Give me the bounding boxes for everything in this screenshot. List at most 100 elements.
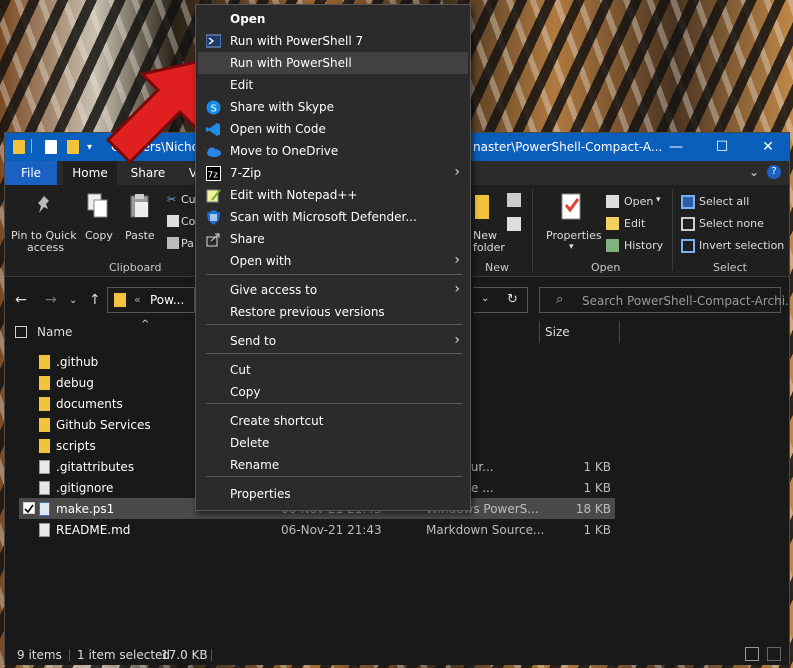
menu-item-run-with-powershell-7[interactable]: Run with PowerShell 7	[198, 30, 468, 52]
new-group-label: New	[485, 261, 509, 274]
new-folder-icon[interactable]	[475, 195, 489, 219]
properties-quick-icon[interactable]	[45, 140, 57, 154]
paste-shortcut-icon[interactable]	[167, 237, 179, 249]
file-name: debug	[56, 376, 94, 390]
tab-file[interactable]: File	[5, 161, 57, 185]
row-checkbox-checked[interactable]	[23, 502, 35, 514]
copy-button[interactable]: Copy	[85, 229, 113, 242]
share-icon	[206, 232, 221, 247]
paste-shortcut-button[interactable]: Pa	[181, 237, 194, 250]
menu-item-give-access-to[interactable]: Give access to ›	[198, 279, 468, 301]
open-icon[interactable]	[606, 195, 619, 208]
details-view-icon[interactable]	[745, 647, 759, 661]
address-dropdown-icon[interactable]: ⌄	[481, 293, 489, 304]
menu-item-label: Copy	[230, 385, 261, 399]
close-button[interactable]: ✕	[745, 133, 791, 161]
new-item-icon[interactable]	[507, 193, 521, 207]
search-input[interactable]: ⌕ Search PowerShell-Compact-Archi...	[539, 287, 793, 313]
select-all-icon[interactable]	[681, 195, 695, 209]
column-divider[interactable]	[619, 321, 620, 343]
address-bar-end[interactable]: ⌄ ↻	[473, 287, 528, 313]
status-separator	[69, 649, 70, 661]
properties-button[interactable]: Properties	[546, 229, 602, 242]
notepadpp-icon	[206, 188, 221, 203]
paste-icon[interactable]	[129, 193, 151, 219]
minimize-button[interactable]: —	[653, 133, 699, 161]
file-name: Github Services	[56, 418, 151, 432]
easy-access-icon[interactable]	[507, 217, 521, 231]
file-name: make.ps1	[56, 502, 115, 516]
paste-button[interactable]: Paste	[125, 229, 155, 242]
menu-item-share[interactable]: Share	[198, 228, 468, 250]
copy-path-icon[interactable]	[167, 215, 179, 227]
up-button[interactable]: ↑	[89, 292, 101, 308]
select-none-button[interactable]: Select none	[699, 217, 764, 230]
submenu-arrow-icon: ›	[454, 252, 460, 268]
menu-item-properties[interactable]: Properties	[198, 483, 468, 505]
column-name[interactable]: Name	[37, 325, 72, 339]
menu-item-label: Scan with Microsoft Defender...	[230, 210, 417, 224]
menu-item-open-with[interactable]: Open with ›	[198, 250, 468, 272]
back-button[interactable]: ←	[15, 292, 27, 308]
menu-item-create-shortcut[interactable]: Create shortcut	[198, 410, 468, 432]
cut-button[interactable]: Cu	[181, 193, 196, 206]
menu-item-restore-previous-versions[interactable]: Restore previous versions	[198, 301, 468, 323]
status-bar: 9 items 1 item selected 17.0 KB	[5, 643, 789, 665]
collapse-ribbon-icon[interactable]: ⌄	[749, 165, 759, 179]
file-size: 18 KB	[575, 502, 611, 516]
powershell-icon	[205, 34, 222, 49]
select-all-checkbox[interactable]	[15, 326, 27, 338]
refresh-icon[interactable]: ↻	[507, 292, 518, 307]
properties-icon[interactable]	[561, 193, 583, 221]
copy-path-button[interactable]: Co	[181, 215, 195, 228]
folder-icon	[39, 439, 50, 453]
menu-item-scan-with-microsoft-defender[interactable]: Scan with Microsoft Defender...	[198, 206, 468, 228]
column-size[interactable]: Size	[545, 325, 570, 339]
new-folder-button-2[interactable]: folder	[473, 241, 505, 254]
menu-item-rename[interactable]: Rename	[198, 454, 468, 476]
pin-icon[interactable]	[35, 195, 53, 215]
edit-icon[interactable]	[606, 217, 619, 230]
breadcrumb-overflow[interactable]: «	[134, 293, 141, 306]
pin-to-quick-access-label-2[interactable]: access	[27, 241, 64, 254]
menu-item-7-zip[interactable]: 7z 7-Zip ›	[198, 162, 468, 184]
history-button[interactable]: History	[624, 239, 663, 252]
menu-item-move-to-onedrive[interactable]: Move to OneDrive	[198, 140, 468, 162]
menu-item-label: Properties	[230, 487, 291, 501]
history-icon[interactable]	[606, 239, 619, 252]
copy-icon[interactable]	[87, 193, 109, 219]
cut-icon[interactable]: ✂	[167, 193, 179, 206]
clipboard-group-label: Clipboard	[109, 261, 162, 274]
menu-separator	[206, 274, 462, 275]
breadcrumb[interactable]: Pow...	[150, 293, 184, 307]
file-row[interactable]: README.md 06-Nov-21 21:43 Markdown Source.…	[19, 519, 615, 540]
properties-dropdown-icon[interactable]: ▾	[569, 242, 574, 252]
menu-item-open[interactable]: Open	[198, 8, 468, 30]
menu-item-label: Open with	[230, 254, 292, 268]
invert-selection-icon[interactable]	[681, 239, 695, 253]
new-folder-quick-icon[interactable]	[67, 140, 79, 154]
menu-item-send-to[interactable]: Send to ›	[198, 330, 468, 352]
quick-access-dropdown-icon[interactable]: ▾	[87, 142, 99, 156]
menu-item-run-with-powershell[interactable]: Run with PowerShell	[198, 52, 468, 74]
forward-button[interactable]: →	[45, 292, 57, 308]
help-icon[interactable]: ?	[767, 165, 781, 179]
select-all-button[interactable]: Select all	[699, 195, 749, 208]
address-bar[interactable]: « Pow...	[107, 287, 195, 313]
menu-item-open-with-code[interactable]: Open with Code	[198, 118, 468, 140]
open-button[interactable]: Open	[624, 195, 653, 208]
menu-item-delete[interactable]: Delete	[198, 432, 468, 454]
open-dropdown-icon[interactable]: ▾	[656, 195, 661, 205]
recent-locations-dropdown[interactable]: ⌄	[69, 295, 77, 306]
large-icons-view-icon[interactable]	[767, 647, 781, 661]
menu-item-edit-with-notepad[interactable]: Edit with Notepad++	[198, 184, 468, 206]
column-divider[interactable]	[539, 321, 540, 343]
edit-button[interactable]: Edit	[624, 217, 645, 230]
menu-item-copy[interactable]: Copy	[198, 381, 468, 403]
menu-item-share-with-skype[interactable]: S Share with Skype	[198, 96, 468, 118]
menu-item-cut[interactable]: Cut	[198, 359, 468, 381]
invert-selection-button[interactable]: Invert selection	[699, 239, 784, 252]
menu-item-edit[interactable]: Edit	[198, 74, 468, 96]
maximize-button[interactable]: ☐	[699, 133, 745, 161]
select-none-icon[interactable]	[681, 217, 695, 231]
